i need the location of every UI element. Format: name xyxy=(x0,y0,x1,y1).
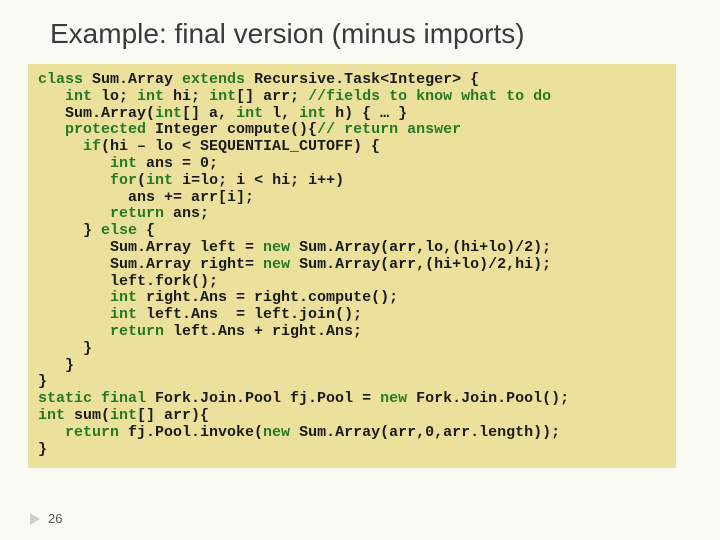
t: l, xyxy=(263,105,299,122)
t: lo; xyxy=(92,88,137,105)
t: Sum.Array left = xyxy=(38,239,263,256)
kw: int xyxy=(155,105,182,122)
kw: int xyxy=(38,306,137,323)
page-number: 26 xyxy=(48,511,62,526)
kw: return xyxy=(38,323,164,340)
t: Fork.Join.Pool fj.Pool = xyxy=(146,390,380,407)
kw: static final xyxy=(38,390,146,407)
t: } xyxy=(38,373,47,390)
t: hi; xyxy=(164,88,209,105)
kw: else xyxy=(101,222,137,239)
t: Sum.Array(arr,(hi+lo)/2,hi); xyxy=(290,256,551,273)
t: ans += arr[i]; xyxy=(38,189,254,206)
t: } xyxy=(38,340,92,357)
t: left.Ans + right.Ans; xyxy=(164,323,362,340)
t: } xyxy=(38,357,74,374)
kw: extends xyxy=(182,71,245,88)
code-box: class Sum.Array extends Recursive.Task<I… xyxy=(28,64,676,468)
kw: new xyxy=(263,256,290,273)
kw: int xyxy=(236,105,263,122)
t: } xyxy=(38,441,47,458)
t: Sum.Array(arr,0,arr.length)); xyxy=(290,424,560,441)
comment: //fields to know what to do xyxy=(308,88,551,105)
t: left.Ans = left.join(); xyxy=(137,306,362,323)
t: left.fork(); xyxy=(38,273,218,290)
kw: int xyxy=(137,88,164,105)
t: h) { … } xyxy=(326,105,407,122)
kw: int xyxy=(38,289,137,306)
kw: int xyxy=(38,88,92,105)
t: { xyxy=(137,222,155,239)
kw: return xyxy=(38,205,164,222)
kw: protected xyxy=(38,121,146,138)
t: Sum.Array( xyxy=(38,105,155,122)
kw: int xyxy=(38,407,65,424)
t: [] arr; xyxy=(236,88,308,105)
kw: int xyxy=(38,155,137,172)
t: ans; xyxy=(164,205,209,222)
kw: return xyxy=(38,424,119,441)
t: Fork.Join.Pool(); xyxy=(407,390,569,407)
kw: int xyxy=(209,88,236,105)
t: (hi – lo < SEQUENTIAL_CUTOFF) { xyxy=(101,138,380,155)
t: Sum.Array right= xyxy=(38,256,263,273)
kw: new xyxy=(263,424,290,441)
t: ( xyxy=(137,172,146,189)
t: [] a, xyxy=(182,105,236,122)
t: fj.Pool.invoke( xyxy=(119,424,263,441)
code-content: class Sum.Array extends Recursive.Task<I… xyxy=(38,72,666,458)
kw: for xyxy=(38,172,137,189)
kw: if xyxy=(38,138,101,155)
t: right.Ans = right.compute(); xyxy=(137,289,398,306)
t: Sum.Array xyxy=(83,71,182,88)
arrow-icon xyxy=(30,513,40,525)
t: } xyxy=(38,222,101,239)
slide-title: Example: final version (minus imports) xyxy=(0,0,720,50)
kw: new xyxy=(380,390,407,407)
comment: // return answer xyxy=(317,121,461,138)
t: Integer compute(){ xyxy=(146,121,317,138)
t: Recursive.Task<Integer> { xyxy=(245,71,479,88)
t: [] arr){ xyxy=(137,407,209,424)
kw: int xyxy=(146,172,173,189)
kw: new xyxy=(263,239,290,256)
kw: int xyxy=(299,105,326,122)
kw: class xyxy=(38,71,83,88)
t: ans = 0; xyxy=(137,155,218,172)
kw: int xyxy=(110,407,137,424)
t: i=lo; i < hi; i++) xyxy=(173,172,344,189)
t: sum( xyxy=(65,407,110,424)
t: Sum.Array(arr,lo,(hi+lo)/2); xyxy=(290,239,551,256)
